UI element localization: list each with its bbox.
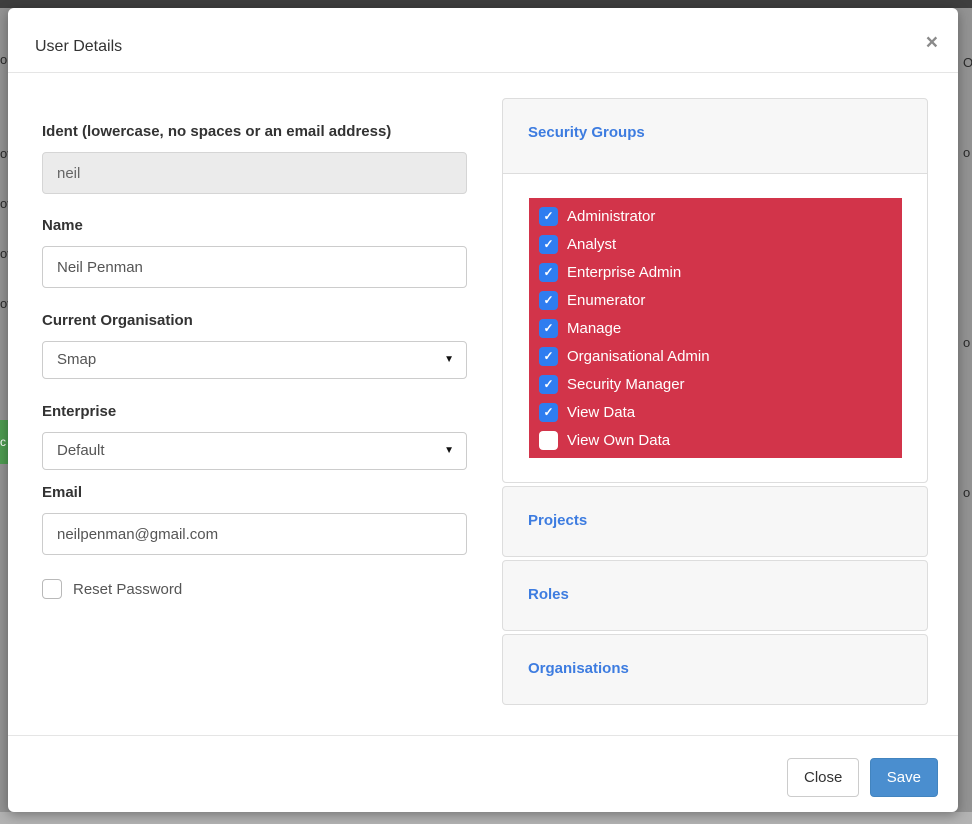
background-text-fragment: O [963, 55, 972, 70]
checkbox-icon: ✓ [539, 403, 558, 422]
roles-panel: Roles [502, 560, 928, 631]
checkbox-icon: ✓ [539, 375, 558, 394]
name-group: Name [42, 217, 467, 288]
reset-password-row: Reset Password [42, 579, 467, 599]
security-group-label: View Data [567, 404, 635, 421]
organisations-panel: Organisations [502, 634, 928, 705]
security-groups-heading: Security Groups [503, 99, 927, 173]
checkbox-icon: ✓ [539, 319, 558, 338]
roles-heading: Roles [503, 561, 927, 630]
security-group-row[interactable]: View Own Data [529, 426, 902, 454]
security-groups-panel: Security Groups ✓ Administrator ✓ Analys… [502, 98, 928, 483]
security-group-row[interactable]: ✓ Enumerator [529, 286, 902, 314]
security-groups-body: ✓ Administrator ✓ Analyst ✓ Enterprise A… [503, 173, 927, 482]
security-group-label: Enterprise Admin [567, 264, 681, 281]
security-group-row[interactable]: ✓ Security Manager [529, 370, 902, 398]
projects-link[interactable]: Projects [528, 512, 587, 529]
save-button[interactable]: Save [870, 758, 938, 797]
organisation-label: Current Organisation [42, 312, 467, 329]
background-top-bar [0, 0, 972, 8]
ident-field [42, 152, 467, 194]
security-group-row[interactable]: ✓ View Data [529, 398, 902, 426]
checkbox-icon: ✓ [539, 207, 558, 226]
projects-heading: Projects [503, 487, 927, 556]
security-groups-link[interactable]: Security Groups [528, 124, 645, 141]
security-group-label: Manage [567, 320, 621, 337]
modal-footer: Close Save [8, 735, 958, 812]
ident-label: Ident (lowercase, no spaces or an email … [42, 123, 467, 140]
modal-title: User Details [35, 38, 122, 56]
enterprise-select[interactable]: Default ▼ [42, 432, 467, 470]
security-group-row[interactable]: ✓ Organisational Admin [529, 342, 902, 370]
user-form: Ident (lowercase, no spaces or an email … [42, 98, 467, 708]
name-label: Name [42, 217, 467, 234]
email-group: Email [42, 484, 467, 555]
background-bottom-strip [0, 812, 972, 824]
security-group-label: View Own Data [567, 432, 670, 449]
modal-header: User Details × [8, 8, 958, 73]
security-group-label: Enumerator [567, 292, 645, 309]
modal-body: Ident (lowercase, no spaces or an email … [8, 73, 958, 708]
current-organisation-select[interactable]: Smap ▼ [42, 341, 467, 379]
security-group-label: Administrator [567, 208, 655, 225]
close-icon[interactable]: × [926, 32, 938, 53]
background-text-fragment: o [963, 335, 972, 350]
checkbox-icon: ✓ [539, 263, 558, 282]
organisations-heading: Organisations [503, 635, 927, 704]
enterprise-group: Enterprise Default ▼ [42, 403, 467, 470]
organisation-group: Current Organisation Smap ▼ [42, 312, 467, 379]
checkbox-icon [539, 431, 558, 450]
close-button[interactable]: Close [787, 758, 859, 797]
email-label: Email [42, 484, 467, 501]
enterprise-label: Enterprise [42, 403, 467, 420]
security-group-row[interactable]: ✓ Analyst [529, 230, 902, 258]
user-details-modal: User Details × Ident (lowercase, no spac… [8, 8, 958, 812]
background-text-fragment: o [963, 145, 972, 160]
chevron-down-icon: ▼ [444, 342, 454, 378]
organisation-selected-value: Smap [57, 351, 96, 368]
chevron-down-icon: ▼ [444, 433, 454, 469]
roles-link[interactable]: Roles [528, 586, 569, 603]
security-groups-list: ✓ Administrator ✓ Analyst ✓ Enterprise A… [529, 198, 902, 458]
email-field[interactable] [42, 513, 467, 555]
reset-password-label: Reset Password [73, 581, 182, 598]
checkbox-icon: ✓ [539, 347, 558, 366]
projects-panel: Projects [502, 486, 928, 557]
name-field[interactable] [42, 246, 467, 288]
checkbox-icon: ✓ [539, 235, 558, 254]
security-group-label: Security Manager [567, 376, 685, 393]
security-group-label: Organisational Admin [567, 348, 710, 365]
security-group-row[interactable]: ✓ Administrator [529, 202, 902, 230]
security-group-label: Analyst [567, 236, 616, 253]
reset-password-checkbox[interactable] [42, 579, 62, 599]
security-group-row[interactable]: ✓ Manage [529, 314, 902, 342]
security-group-row[interactable]: ✓ Enterprise Admin [529, 258, 902, 286]
enterprise-selected-value: Default [57, 442, 105, 459]
background-text-fragment: o [963, 485, 972, 500]
ident-group: Ident (lowercase, no spaces or an email … [42, 123, 467, 194]
checkbox-icon: ✓ [539, 291, 558, 310]
accordion-panels: Security Groups ✓ Administrator ✓ Analys… [502, 98, 928, 708]
organisations-link[interactable]: Organisations [528, 660, 629, 677]
